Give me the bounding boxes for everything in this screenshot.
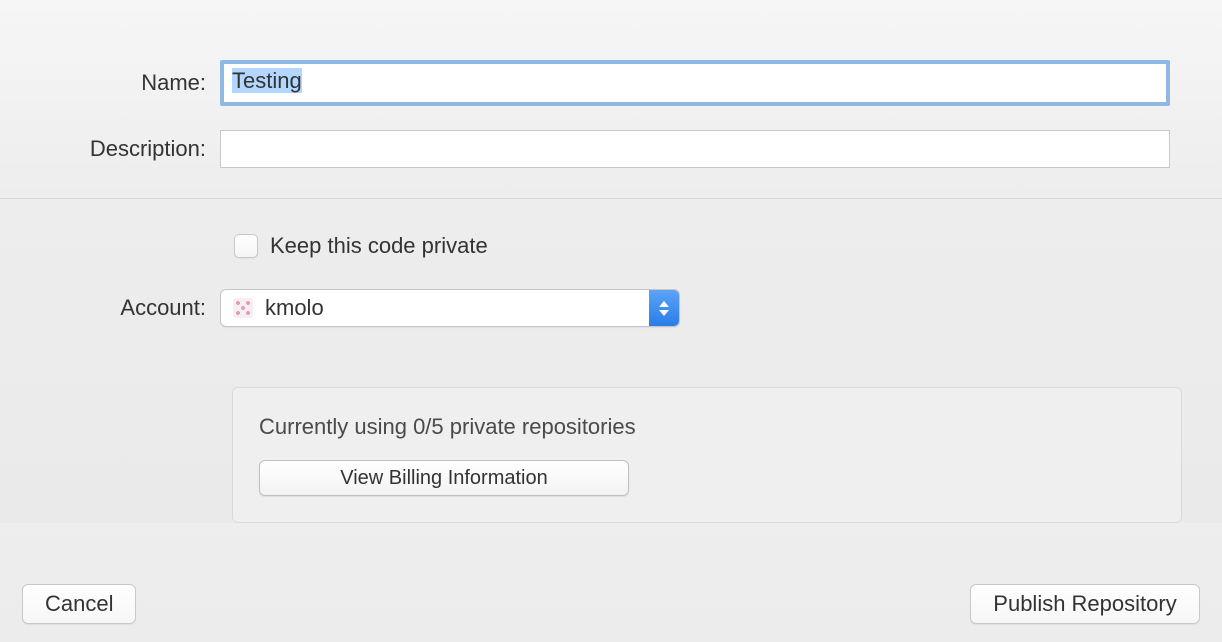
cancel-button[interactable]: Cancel [22, 584, 136, 624]
lower-section: Keep this code private Account: kmolo Cu… [0, 199, 1222, 523]
account-label: Account: [0, 295, 220, 321]
select-stepper-icon [649, 290, 679, 326]
description-input[interactable] [220, 130, 1170, 168]
account-row: Account: kmolo [0, 289, 1222, 327]
dialog-footer: Cancel Publish Repository [0, 584, 1222, 624]
account-select[interactable]: kmolo [220, 289, 680, 327]
chevron-down-icon [659, 310, 669, 316]
keep-private-row: Keep this code private [234, 233, 1222, 259]
name-label: Name: [0, 70, 220, 96]
usage-text: Currently using 0/5 private repositories [259, 414, 1155, 440]
account-selected-value: kmolo [265, 295, 649, 321]
name-input[interactable]: Testing [220, 60, 1170, 106]
chevron-up-icon [659, 301, 669, 307]
keep-private-checkbox[interactable] [234, 234, 258, 258]
account-avatar-icon [233, 298, 253, 318]
description-label: Description: [0, 136, 220, 162]
top-form-section: Name: Testing Description: [0, 0, 1222, 199]
usage-panel: Currently using 0/5 private repositories… [232, 387, 1182, 523]
view-billing-button[interactable]: View Billing Information [259, 460, 629, 496]
description-row: Description: [0, 130, 1222, 168]
keep-private-label: Keep this code private [270, 233, 488, 259]
publish-repository-button[interactable]: Publish Repository [970, 584, 1200, 624]
name-input-value: Testing [232, 68, 302, 93]
name-row: Name: Testing [0, 60, 1222, 106]
